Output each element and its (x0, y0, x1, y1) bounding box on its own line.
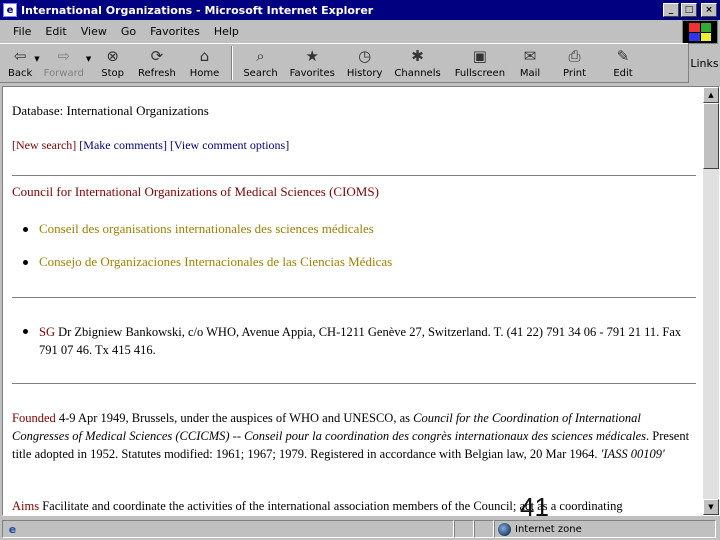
vertical-scrollbar[interactable]: ▲ ▼ (703, 87, 719, 515)
mail-button[interactable]: ✉ Mail (519, 44, 541, 82)
forward-arrow-icon: ⇨ (57, 47, 71, 65)
founded-code: 'IASS 00109' (600, 447, 665, 461)
links-button[interactable]: Links (688, 43, 720, 83)
history-icon: ◷ (358, 47, 372, 65)
page-viewport: Database: International Organizations [N… (2, 86, 720, 516)
forward-dropdown-icon[interactable]: ▼ (86, 55, 91, 63)
search-button[interactable]: ⌕ Search (243, 44, 277, 82)
founded-text: 4-9 Apr 1949, Brussels, under the auspic… (55, 411, 414, 425)
maximize-button[interactable]: □ (681, 3, 697, 17)
channels-button[interactable]: ✱ Channels (394, 44, 440, 82)
menu-edit[interactable]: Edit (38, 25, 73, 38)
minimize-button[interactable]: _ (663, 3, 679, 17)
back-arrow-icon: ⇦ (13, 47, 27, 65)
sg-text: Dr Zbigniew Bankowski, c/o WHO, Avenue A… (39, 325, 682, 357)
status-cell (474, 520, 494, 538)
close-button[interactable]: × (701, 3, 717, 17)
home-icon: ⌂ (199, 47, 210, 65)
fullscreen-icon: ▣ (472, 47, 487, 65)
stop-icon: ⊗ (106, 47, 119, 65)
menu-file[interactable]: File (6, 25, 38, 38)
scroll-down-icon[interactable]: ▼ (703, 499, 719, 515)
divider (12, 175, 696, 176)
aims-label: Aims (12, 499, 40, 513)
history-button[interactable]: ◷ History (347, 44, 383, 82)
alt-names-list: Conseil des organisations internationale… (23, 221, 392, 270)
status-cell (454, 520, 474, 538)
make-comments-link[interactable]: [Make comments] (79, 138, 167, 152)
sg-entry: SG Dr Zbigniew Bankowski, c/o WHO, Avenu… (23, 323, 683, 359)
founded-label: Founded (12, 411, 56, 425)
page-content: Database: International Organizations [N… (3, 87, 703, 515)
menu-go[interactable]: Go (114, 25, 143, 38)
scroll-up-icon[interactable]: ▲ (703, 87, 719, 103)
print-icon: ⎙ (568, 47, 581, 65)
refresh-button[interactable]: ⟳ Refresh (138, 44, 176, 82)
edit-icon: ✎ (616, 47, 630, 65)
ie-icon: e (3, 3, 17, 17)
page-heading: Database: International Organizations (12, 103, 209, 118)
status-text-cell: e (2, 520, 454, 538)
list-item: Conseil des organisations internationale… (23, 221, 392, 237)
internet-zone-icon (498, 522, 511, 536)
menu-bar: File Edit View Go Favorites Help (0, 20, 680, 42)
channels-icon: ✱ (411, 47, 424, 65)
forward-button[interactable]: ⇨ Forward (44, 44, 84, 82)
zone-label: Internet zone (515, 523, 582, 535)
home-button[interactable]: ⌂ Home (190, 44, 220, 82)
aims-entry: Aims Facilitate and coordinate the activ… (12, 497, 692, 515)
refresh-icon: ⟳ (150, 47, 164, 65)
window-title: International Organizations - Microsoft … (21, 3, 374, 17)
toolbar: ⇦ Back ▼ ⇨ Forward ▼ ⊗ Stop ⟳ Refresh ⌂ … (0, 43, 688, 83)
list-item: Consejo de Organizaciones Internacionale… (23, 254, 392, 270)
sg-label: SG (39, 325, 55, 339)
divider (12, 297, 696, 298)
org-name: Council for International Organizations … (12, 184, 379, 199)
menu-favorites[interactable]: Favorites (143, 25, 207, 38)
back-button[interactable]: ⇦ Back (8, 44, 32, 82)
windows-logo-icon (682, 20, 718, 44)
fullscreen-button[interactable]: ▣ Fullscreen (455, 44, 505, 82)
title-bar: e International Organizations - Microsof… (0, 0, 720, 20)
stop-button[interactable]: ⊗ Stop (101, 44, 124, 82)
status-bar: e Internet zone (0, 518, 720, 540)
page-status-icon: e (8, 522, 17, 536)
edit-button[interactable]: ✎ Edit (612, 44, 634, 82)
favorites-icon: ★ (305, 47, 319, 65)
search-icon: ⌕ (256, 47, 265, 65)
new-search-link[interactable]: [New search] (12, 138, 76, 152)
mail-icon: ✉ (523, 47, 537, 65)
scroll-thumb[interactable] (703, 103, 719, 169)
nav-links: [New search] [Make comments] [View comme… (12, 138, 289, 153)
print-button[interactable]: ⎙ Print (563, 44, 586, 82)
menu-view[interactable]: View (74, 25, 114, 38)
favorites-button[interactable]: ★ Favorites (290, 44, 335, 82)
back-dropdown-icon[interactable]: ▼ (34, 55, 39, 63)
view-comment-options-link[interactable]: [View comment options] (170, 138, 289, 152)
founded-entry: Founded 4-9 Apr 1949, Brussels, under th… (12, 409, 692, 463)
slide-number: 41 (520, 492, 549, 522)
divider (12, 383, 696, 384)
toolbar-separator (231, 46, 234, 80)
menu-help[interactable]: Help (207, 25, 246, 38)
